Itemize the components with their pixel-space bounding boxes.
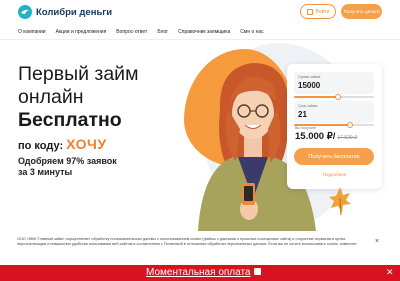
- amount-field[interactable]: Сумма займа 15000: [294, 72, 374, 94]
- amount-value: 15000: [298, 81, 321, 90]
- nav-item-about[interactable]: О компании: [18, 29, 46, 35]
- login-button[interactable]: Войти: [300, 4, 336, 19]
- sum-display: 15.000 ₽/17.520 ₽: [295, 131, 357, 142]
- get-money-button[interactable]: Получить деньги: [341, 4, 382, 19]
- nav-item-borrower-guide[interactable]: Справочник заемщика: [178, 29, 230, 35]
- term-slider-handle[interactable]: [347, 122, 353, 128]
- approval-line-2: за 3 минуты: [18, 167, 73, 177]
- nav-item-promotions[interactable]: Акции и предложения: [56, 29, 107, 35]
- instant-payment-label: Моментальная оплата: [146, 267, 251, 278]
- nav-item-blog[interactable]: Блог: [157, 29, 168, 35]
- amount-slider-fill: [294, 96, 338, 98]
- amount-slider-handle[interactable]: [335, 94, 341, 100]
- old-sum-value: 17.520 ₽: [337, 135, 358, 141]
- bottom-bar-close-button[interactable]: ✕: [386, 267, 394, 278]
- approval-line-1: Одобряем 97% заявок: [18, 156, 117, 166]
- promo-code: ХОЧУ: [66, 136, 107, 152]
- amount-label: Сумма займа: [298, 75, 321, 79]
- autumn-leaf-icon: [329, 187, 351, 216]
- cookie-text: ООО «МКК Главный займ» осуществляет обра…: [17, 237, 357, 247]
- term-value: 21: [298, 110, 307, 119]
- cookie-banner: ООО «МКК Главный займ» осуществляет обра…: [13, 233, 385, 264]
- term-label: Срок займа: [298, 104, 318, 108]
- nav-item-faq[interactable]: Вопрос-ответ: [116, 29, 147, 35]
- more-link[interactable]: Подробнее: [287, 172, 382, 177]
- hummingbird-logo-icon: [18, 5, 32, 19]
- sum-label: Вы получите: [295, 126, 317, 130]
- approval-text: Одобряем 97% заявок за 3 минуты: [18, 156, 117, 178]
- instant-payment-bar[interactable]: Моментальная оплата ✕: [0, 265, 400, 281]
- amount-slider[interactable]: [294, 94, 374, 100]
- logo[interactable]: Колибри деньги: [18, 5, 112, 19]
- sum-value: 15.000 ₽/: [295, 131, 336, 142]
- headline-line-3: Бесплатно: [18, 109, 122, 131]
- headline-line-2: онлайн: [18, 86, 84, 108]
- login-label: Войти: [315, 8, 330, 15]
- headline-line-1: Первый займ: [18, 63, 139, 85]
- card-icon: [253, 268, 261, 275]
- cookie-close-button[interactable]: ×: [375, 238, 379, 245]
- promo-code-prefix: по коду:: [18, 140, 64, 152]
- login-icon: [306, 8, 313, 15]
- hero-section: Первый займ онлайн Бесплатно по коду: ХО…: [0, 41, 400, 231]
- nav-item-media-about-us[interactable]: Смн о нас: [240, 29, 263, 35]
- get-free-button[interactable]: Получить бесплатно: [294, 148, 374, 165]
- brand-name: Колибри деньги: [36, 6, 113, 18]
- instant-payment-link[interactable]: Моментальная оплата: [146, 267, 261, 278]
- main-nav: О компании Акции и предложения Вопрос-от…: [0, 24, 400, 40]
- term-field[interactable]: Срок займа 21: [294, 101, 374, 123]
- loan-calculator: Сумма займа 15000 Срок займа 21 Вы получ…: [287, 64, 382, 189]
- header: Колибри деньги Войти Получить деньги: [0, 0, 400, 24]
- promo-code-line: по коду: ХОЧУ: [18, 136, 107, 152]
